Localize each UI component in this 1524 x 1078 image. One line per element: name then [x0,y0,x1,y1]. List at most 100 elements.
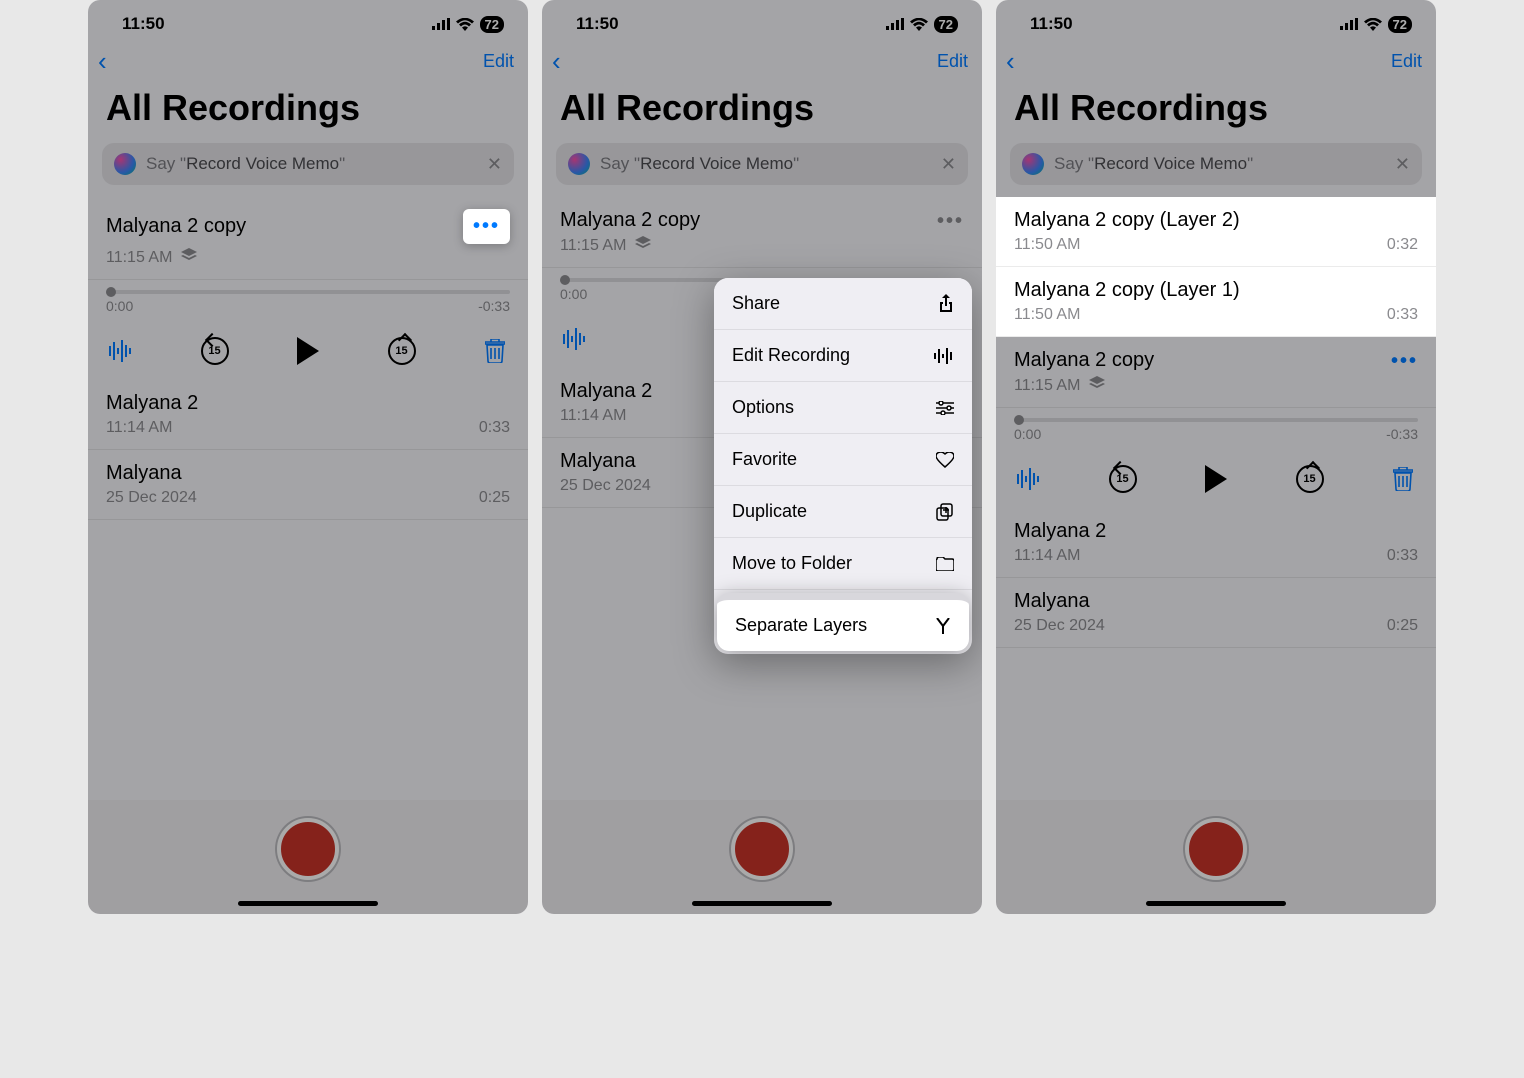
cell-signal-icon [432,18,450,30]
menu-duplicate[interactable]: Duplicate [714,486,972,538]
layers-icon [1089,376,1105,390]
progress-slider[interactable] [106,290,510,294]
edit-button[interactable]: Edit [1391,51,1422,72]
recording-item[interactable]: Malyana 2 11:14 AM 0:33 [996,508,1436,578]
status-time: 11:50 [122,14,165,34]
play-button[interactable] [1201,464,1231,494]
time-remaining: -0:33 [1386,426,1418,442]
menu-move-to-folder[interactable]: Move to Folder [714,538,972,590]
trash-icon[interactable] [1388,464,1418,494]
waveform-icon[interactable] [106,336,136,366]
recording-title: Malyana 2 [1014,520,1106,543]
skip-back-15-button[interactable]: 15 [201,337,229,365]
recording-duration: 0:25 [479,489,510,507]
skip-forward-15-button[interactable]: 15 [1296,465,1324,493]
time-elapsed: 0:00 [106,298,133,314]
recording-item-layer-2[interactable]: Malyana 2 copy (Layer 2) 11:50 AM 0:32 [996,197,1436,267]
nav-bar: ‹ Edit [996,36,1436,83]
recording-duration: 0:32 [1387,236,1418,254]
skip-back-15-button[interactable]: 15 [1109,465,1137,493]
screenshot-2: 11:50 72 ‹ Edit All Recordings Say "Reco… [542,0,982,914]
menu-edit-recording[interactable]: Edit Recording [714,330,972,382]
sliders-icon [936,401,954,415]
nav-bar: ‹ Edit [542,36,982,83]
record-button[interactable] [731,818,793,880]
close-icon[interactable]: ✕ [1395,154,1410,175]
recording-title: Malyana 2 copy (Layer 1) [1014,279,1240,302]
cell-signal-icon [1340,18,1358,30]
recording-title: Malyana [560,450,636,473]
home-indicator[interactable] [692,901,832,906]
siri-icon [1022,153,1044,175]
page-title: All Recordings [996,83,1436,143]
record-button[interactable] [1185,818,1247,880]
recording-time: 25 Dec 2024 [1014,617,1105,635]
skip-forward-15-button[interactable]: 15 [388,337,416,365]
recording-duration: 0:25 [1387,617,1418,635]
recording-duration: 0:33 [1387,547,1418,565]
recording-item[interactable]: Malyana 2 11:14 AM 0:33 [88,380,528,450]
menu-separate-layers[interactable]: Separate Layers [717,593,969,651]
play-button[interactable] [293,336,323,366]
progress-slider[interactable] [1014,418,1418,422]
recording-item-expanded[interactable]: Malyana 2 copy ••• 11:15 AM [542,197,982,268]
close-icon[interactable]: ✕ [941,154,956,175]
player-panel: 0:00 -0:33 15 15 [88,290,528,380]
recording-title: Malyana 2 copy [560,209,700,232]
recording-time: 11:15 AM [106,249,172,266]
more-button[interactable]: ••• [463,209,510,244]
battery-icon: 72 [934,16,958,33]
player-panel: 0:00 -0:33 15 15 [996,418,1436,508]
status-time: 11:50 [1030,14,1073,34]
wifi-icon [910,18,928,31]
page-title: All Recordings [88,83,528,143]
recording-duration: 0:33 [1387,306,1418,324]
home-indicator[interactable] [1146,901,1286,906]
status-bar: 11:50 72 [88,0,528,36]
recording-time: 11:14 AM [560,407,626,425]
siri-suggestion[interactable]: Say "Record Voice Memo" ✕ [1010,143,1422,185]
layers-icon [181,248,197,262]
recording-title: Malyana 2 [106,392,198,415]
trash-icon[interactable] [480,336,510,366]
status-time: 11:50 [576,14,619,34]
more-button[interactable]: ••• [1391,351,1418,371]
back-button[interactable]: ‹ [552,46,561,77]
record-footer [996,800,1436,914]
waveform-icon[interactable] [560,324,590,354]
recording-time: 11:15 AM [560,237,626,254]
recording-time: 11:50 AM [1014,236,1080,254]
recording-title: Malyana 2 copy (Layer 2) [1014,209,1240,232]
edit-button[interactable]: Edit [937,51,968,72]
layers-icon [635,236,651,250]
record-button[interactable] [277,818,339,880]
recording-time: 11:50 AM [1014,306,1080,324]
menu-share[interactable]: Share [714,278,972,330]
more-button[interactable]: ••• [937,211,964,231]
recording-item-expanded[interactable]: Malyana 2 copy ••• 11:15 AM [996,337,1436,408]
recording-item-expanded[interactable]: Malyana 2 copy ••• 11:15 AM [88,197,528,280]
recording-time: 11:15 AM [1014,377,1080,394]
siri-suggestion[interactable]: Say "Record Voice Memo" ✕ [556,143,968,185]
recording-title: Malyana [106,462,182,485]
back-button[interactable]: ‹ [98,46,107,77]
waveform-icon[interactable] [1014,464,1044,494]
waveform-edit-icon [934,348,954,364]
edit-button[interactable]: Edit [483,51,514,72]
time-elapsed: 0:00 [1014,426,1041,442]
recording-item[interactable]: Malyana 25 Dec 2024 0:25 [996,578,1436,648]
menu-favorite[interactable]: Favorite [714,434,972,486]
share-icon [938,294,954,314]
folder-icon [936,557,954,571]
close-icon[interactable]: ✕ [487,154,502,175]
context-menu: Share Edit Recording Options Favorite Du… [714,278,972,654]
back-button[interactable]: ‹ [1006,46,1015,77]
menu-options[interactable]: Options [714,382,972,434]
wifi-icon [456,18,474,31]
recording-item[interactable]: Malyana 25 Dec 2024 0:25 [88,450,528,520]
status-bar: 11:50 72 [996,0,1436,36]
siri-suggestion[interactable]: Say "Record Voice Memo" ✕ [102,143,514,185]
record-footer [88,800,528,914]
recording-item-layer-1[interactable]: Malyana 2 copy (Layer 1) 11:50 AM 0:33 [996,267,1436,337]
home-indicator[interactable] [238,901,378,906]
